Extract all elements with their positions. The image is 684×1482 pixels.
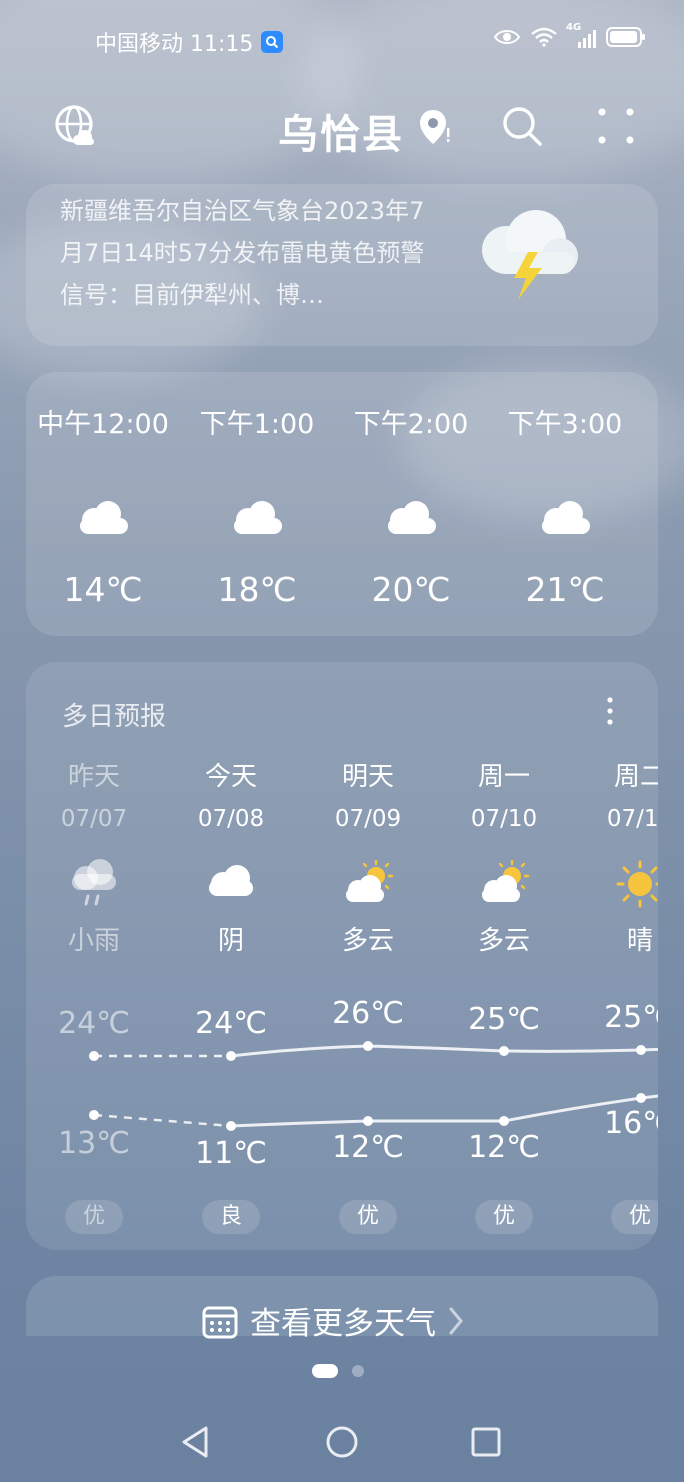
calendar-icon <box>202 1306 238 1338</box>
back-icon[interactable] <box>178 1424 214 1460</box>
day-low-temp: 12℃ <box>332 1130 404 1165</box>
overcast-icon <box>209 865 253 896</box>
day-condition: 多云 <box>341 926 394 956</box>
day-date: 07/08 <box>197 806 265 832</box>
day-name: 今天 <box>204 762 257 792</box>
vertical-dots-icon[interactable] <box>600 696 620 726</box>
location-pin-icon[interactable] <box>418 108 452 148</box>
status-left: 中国移动 11:15 <box>95 26 284 58</box>
wifi-icon <box>531 27 557 47</box>
chevron-right-icon <box>449 1307 463 1334</box>
day-name: 周二 <box>613 762 658 792</box>
hourly-temp: 21℃ <box>525 570 605 609</box>
day-low-temp: 12℃ <box>468 1130 540 1165</box>
cloudy-icon <box>542 501 590 534</box>
recents-icon[interactable] <box>468 1424 504 1460</box>
hourly-time: 下午2:00 <box>353 409 469 440</box>
partly-cloudy-icon <box>482 859 530 902</box>
day-date: 07/11 <box>606 806 658 832</box>
day-high-temp: 24℃ <box>195 1006 267 1041</box>
day-condition: 晴 <box>626 926 653 956</box>
cloudy-icon <box>234 501 282 534</box>
hourly-temp: 20℃ <box>371 570 451 609</box>
page-indicator <box>312 1364 364 1378</box>
day-low-temp: 13℃ <box>58 1126 130 1161</box>
day-high-temp: 26℃ <box>332 996 404 1031</box>
more-dots-icon[interactable] <box>594 104 638 148</box>
aqi-badge: 优 <box>65 1200 123 1234</box>
day-date: 07/07 <box>60 806 128 832</box>
status-right: 4G <box>494 22 646 48</box>
sunny-icon <box>616 860 658 908</box>
hourly-time: 下午1:00 <box>199 409 315 440</box>
partly-cloudy-icon <box>346 859 394 902</box>
day-name: 明天 <box>341 762 394 792</box>
eye-icon <box>494 30 520 44</box>
warning-text: 新疆维吾尔自治区气象台2023年7月7日14时57分发布雷电黄色预警信号：目前伊… <box>60 197 425 309</box>
network-label: 4G <box>566 22 582 33</box>
hourly-temp: 18℃ <box>217 570 297 609</box>
weather-warning-card[interactable]: 新疆维吾尔自治区气象台2023年7月7日14时57分发布雷电黄色预警信号：目前伊… <box>26 184 658 346</box>
day-high-temp: 24℃ <box>58 1006 130 1041</box>
carrier-time: 中国移动 11:15 <box>95 32 254 57</box>
aqi-badge: 优 <box>475 1200 533 1234</box>
day-condition: 多云 <box>477 926 530 956</box>
battery-icon <box>606 27 645 47</box>
aqi-badge: 良 <box>202 1200 260 1234</box>
more-weather-label: 查看更多天气 <box>250 1306 436 1342</box>
globe-cloud-icon[interactable] <box>54 104 98 148</box>
day-date: 07/09 <box>334 806 402 832</box>
day-date: 07/10 <box>470 806 538 832</box>
search-icon[interactable] <box>500 104 544 148</box>
hourly-forecast-card: 中午12:00 14℃ 下午1:00 18℃ 下午2:00 20℃ 下午3:00… <box>26 372 658 636</box>
page-dot-active[interactable] <box>312 1364 338 1378</box>
signal-4g-icon: 4G <box>566 22 596 48</box>
day-name: 周一 <box>477 762 530 792</box>
day-low-temp: 16℃ <box>604 1106 658 1141</box>
hourly-time: 中午12:00 <box>37 409 169 440</box>
city-name[interactable]: 乌恰县 <box>278 102 404 160</box>
aqi-badge: 优 <box>339 1200 397 1234</box>
home-icon[interactable] <box>324 1424 360 1460</box>
cloudy-icon <box>388 501 436 534</box>
hourly-temp: 14℃ <box>63 570 143 609</box>
cloudy-icon <box>80 501 128 534</box>
thunderstorm-icon <box>466 204 586 304</box>
daily-forecast-card: 多日预报 昨天 07/07 小雨 24℃ 13℃ 优 今天 07/08 阴 24… <box>26 662 658 1250</box>
hourly-time: 下午3:00 <box>507 409 623 440</box>
more-weather-button[interactable]: 查看更多天气 <box>26 1276 658 1342</box>
header: 乌恰县 <box>0 96 684 160</box>
status-bar: 中国移动 11:15 4G <box>0 0 684 80</box>
navigation-bar <box>0 1400 684 1482</box>
daily-title: 多日预报 <box>62 702 167 732</box>
day-condition: 小雨 <box>67 926 120 956</box>
day-high-temp: 25℃ <box>604 1000 658 1035</box>
day-low-temp: 11℃ <box>195 1136 267 1171</box>
day-condition: 阴 <box>217 926 244 956</box>
day-name: 昨天 <box>67 762 120 792</box>
page-dot[interactable] <box>352 1365 364 1377</box>
more-weather-inner: 查看更多天气 <box>202 1298 464 1343</box>
light-rain-icon <box>72 859 116 906</box>
search-app-icon <box>261 31 284 53</box>
day-high-temp: 25℃ <box>468 1002 540 1037</box>
aqi-badge: 优 <box>611 1200 658 1234</box>
